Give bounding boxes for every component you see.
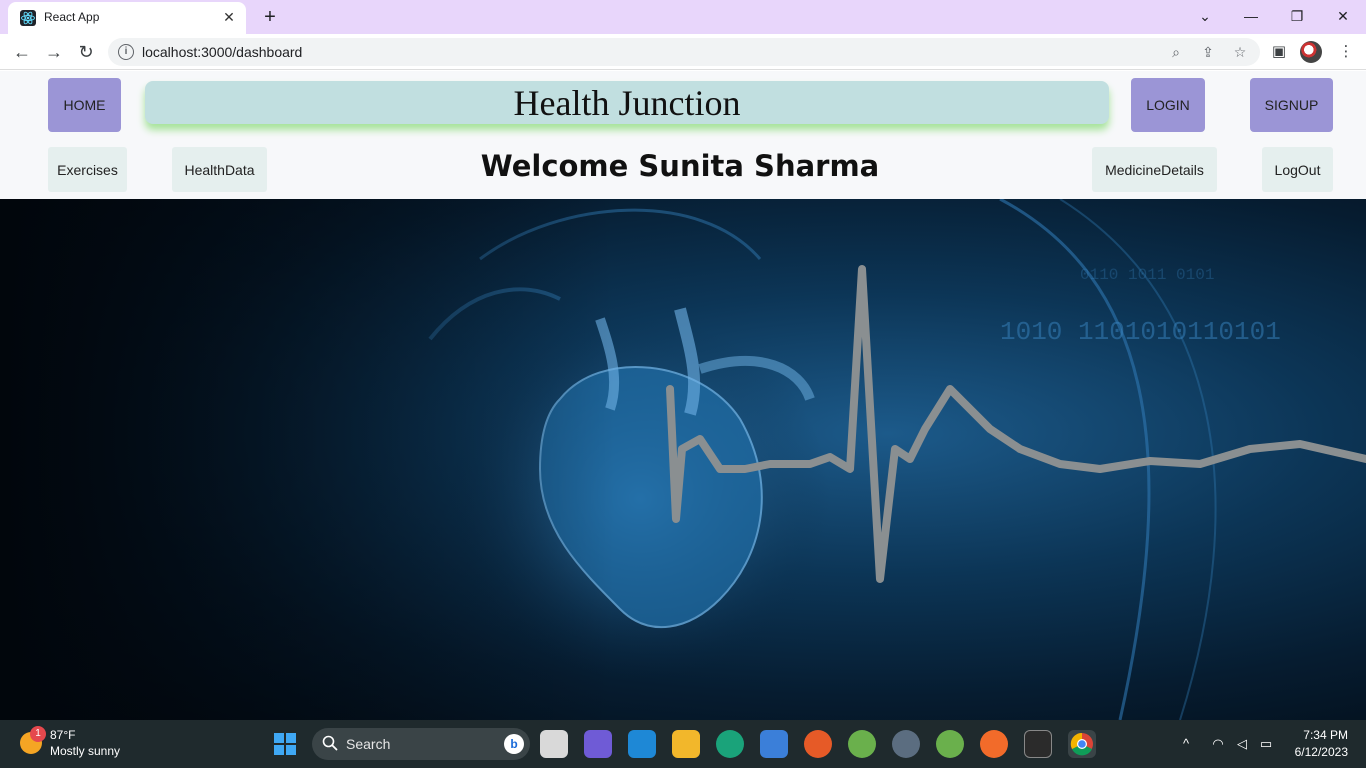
back-icon[interactable]: ← <box>10 40 34 64</box>
address-bar[interactable]: i localhost:3000/dashboard ⌕ ⇪ ☆ <box>108 38 1260 66</box>
settings-gear-icon[interactable] <box>892 730 920 758</box>
battery-icon[interactable]: ▭ <box>1256 734 1276 754</box>
exercises-button[interactable]: Exercises <box>48 147 127 192</box>
signup-button[interactable]: SIGNUP <box>1250 78 1333 132</box>
terminal-icon[interactable] <box>1024 730 1052 758</box>
notification-badge: 1 <box>30 726 46 742</box>
login-button[interactable]: LOGIN <box>1131 78 1205 132</box>
logout-button[interactable]: LogOut <box>1262 147 1333 192</box>
zoom-icon[interactable]: ⌕ <box>1166 42 1186 62</box>
home-button[interactable]: HOME <box>48 78 121 132</box>
share-icon[interactable]: ⇪ <box>1198 42 1218 62</box>
teams-chat-icon[interactable] <box>584 730 612 758</box>
browser-toolbar: ← → ↻ i localhost:3000/dashboard ⌕ ⇪ ☆ ▣… <box>0 34 1366 70</box>
close-window-button[interactable]: ✕ <box>1320 0 1366 32</box>
tab-search-icon[interactable]: ⌄ <box>1182 0 1228 32</box>
clock-time[interactable]: 7:34 PM <box>1303 728 1348 742</box>
weather-description[interactable]: Mostly sunny <box>50 744 120 758</box>
menu-kebab-icon[interactable]: ⋮ <box>1334 40 1358 64</box>
bing-icon[interactable]: b <box>504 734 524 754</box>
postman-icon[interactable] <box>980 730 1008 758</box>
windows-start-icon[interactable] <box>274 733 296 755</box>
bookmark-star-icon[interactable]: ☆ <box>1230 42 1250 62</box>
brand-title: Health Junction <box>513 82 741 123</box>
spring-boot-icon[interactable] <box>936 730 964 758</box>
chrome-icon-active[interactable] <box>1068 730 1096 758</box>
firefox-icon[interactable] <box>804 730 832 758</box>
task-view-icon[interactable] <box>540 730 568 758</box>
taskbar: 1 87°F Mostly sunny Search b ^ ◠ ◁ ▭ 7:3… <box>0 720 1366 768</box>
minimize-button[interactable]: — <box>1228 0 1274 32</box>
volume-icon[interactable]: ◁ <box>1232 734 1252 754</box>
brand-banner: Health Junction <box>145 81 1109 124</box>
clock-date[interactable]: 6/12/2023 <box>1295 745 1348 759</box>
new-tab-button[interactable]: + <box>258 5 282 29</box>
search-icon <box>322 735 338 751</box>
browser-tabstrip: React App ✕ + ⌄ — ❐ ✕ <box>0 0 1366 34</box>
show-hidden-icons-chevron-icon[interactable]: ^ <box>1176 734 1196 754</box>
medicine-details-button[interactable]: MedicineDetails <box>1092 147 1217 192</box>
taskbar-search[interactable]: Search b <box>312 728 530 760</box>
address-url[interactable]: localhost:3000/dashboard <box>142 44 302 60</box>
spring-tool-icon[interactable] <box>848 730 876 758</box>
tab-title: React App <box>44 10 100 24</box>
restore-button[interactable]: ❐ <box>1274 0 1320 32</box>
file-explorer-icon[interactable] <box>672 730 700 758</box>
health-data-button[interactable]: HealthData <box>172 147 267 192</box>
react-icon <box>20 10 36 26</box>
site-info-icon[interactable]: i <box>118 44 134 60</box>
weather-temperature[interactable]: 87°F <box>50 728 75 742</box>
wifi-icon[interactable]: ◠ <box>1208 734 1228 754</box>
forward-icon[interactable]: → <box>42 40 66 64</box>
reload-icon[interactable]: ↻ <box>74 40 98 64</box>
browser-tab[interactable]: React App ✕ <box>8 2 246 34</box>
side-panel-icon[interactable]: ▣ <box>1267 40 1291 64</box>
dashboard-page: HOME Health Junction LOGIN SIGNUP Exerci… <box>0 71 1366 720</box>
edge-icon[interactable] <box>716 730 744 758</box>
hero-image: 1010 1101010110101 0110 1011 0101 <box>0 199 1366 720</box>
chrome-icon <box>1070 732 1093 756</box>
close-tab-icon[interactable]: ✕ <box>220 8 238 26</box>
vscode-icon[interactable] <box>628 730 656 758</box>
store-icon[interactable] <box>760 730 788 758</box>
profile-avatar[interactable] <box>1300 41 1322 63</box>
welcome-heading: Welcome Sunita Sharma <box>480 149 880 183</box>
heart-ecg-illustration: 1010 1101010110101 0110 1011 0101 <box>0 199 1366 720</box>
search-label: Search <box>346 736 391 752</box>
